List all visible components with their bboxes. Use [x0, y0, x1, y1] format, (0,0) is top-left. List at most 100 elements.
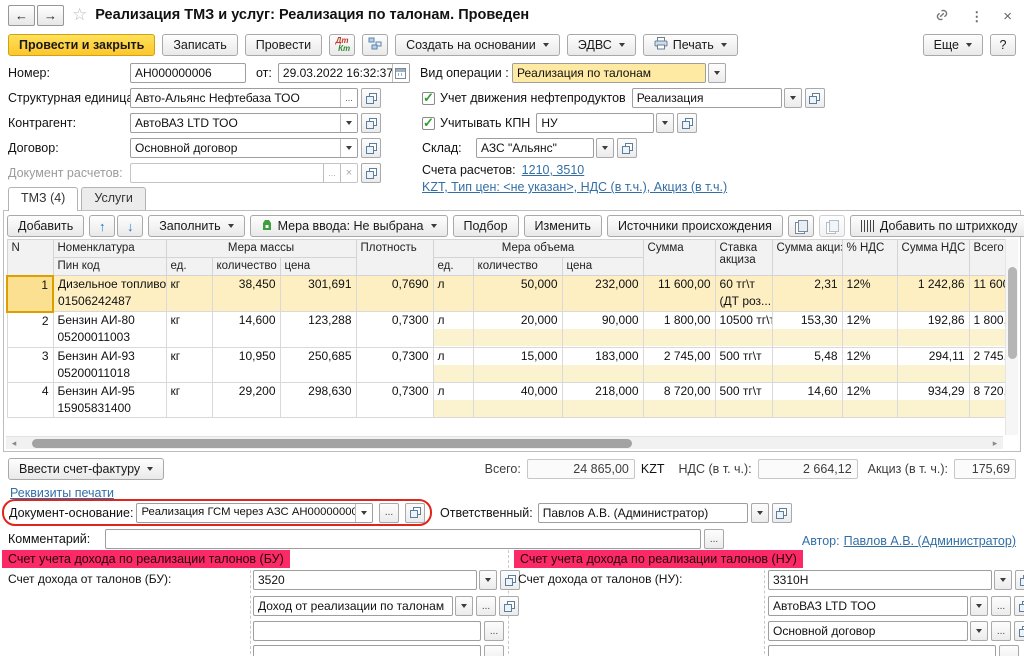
enter-invoice-button[interactable]: Ввести счет-фактуру	[8, 458, 164, 480]
contract-field[interactable]: Основной договор	[130, 138, 358, 158]
open-button[interactable]	[405, 503, 425, 523]
post-button[interactable]: Провести	[245, 34, 322, 56]
edvs-button[interactable]: ЭДВС	[567, 34, 636, 56]
add-by-barcode-button[interactable]: Добавить по штрихкоду	[850, 215, 1024, 237]
kpn-field[interactable]: НУ	[536, 113, 654, 133]
col-mass-unit[interactable]: ед.	[166, 258, 212, 276]
ellipsis-button[interactable]: ...	[484, 621, 504, 641]
horizontal-scrollbar[interactable]: ◂ ▸	[6, 436, 1003, 449]
pick-button[interactable]: Подбор	[453, 215, 519, 237]
open-button[interactable]	[617, 138, 637, 158]
settlement-accounts-link[interactable]: 1210, 3510	[522, 163, 585, 177]
col-vol-qty[interactable]: количество	[473, 258, 562, 276]
dropdown-caret-icon[interactable]	[455, 596, 473, 616]
tab-tmz[interactable]: ТМЗ (4)	[8, 187, 78, 211]
help-button[interactable]: ?	[990, 34, 1016, 56]
scrollbar-thumb[interactable]	[1008, 267, 1017, 359]
fill-button[interactable]: Заполнить	[148, 215, 244, 237]
comment-field[interactable]	[105, 529, 701, 549]
operation-field[interactable]: Реализация по талонам	[512, 63, 706, 83]
more-button[interactable]: Еще	[923, 34, 983, 56]
open-button[interactable]	[1014, 596, 1024, 616]
counterparty-field[interactable]: АвтоВАЗ LTD ТОО	[130, 113, 358, 133]
number-field[interactable]: АН000000006	[130, 63, 246, 83]
dropdown-caret-icon[interactable]	[970, 621, 988, 641]
dropdown-caret-icon[interactable]	[355, 504, 372, 522]
col-mass-qty[interactable]: количество	[212, 258, 280, 276]
col-mass-group[interactable]: Мера массы	[166, 240, 356, 258]
open-button[interactable]	[1015, 570, 1024, 590]
calendar-icon[interactable]	[392, 64, 409, 82]
open-button[interactable]	[361, 163, 381, 183]
responsible-field[interactable]: Павлов А.В. (Администратор)	[538, 503, 748, 523]
ellipsis-button[interactable]: ...	[991, 621, 1011, 641]
col-excise-rate[interactable]: Ставка акциза	[715, 240, 772, 276]
table-row[interactable]: 4 Бензин АИ-9515905831400 кг 29,200 298,…	[7, 382, 1007, 417]
ellipsis-button[interactable]: ...	[484, 645, 504, 656]
save-button[interactable]: Записать	[162, 34, 237, 56]
col-nomenclature[interactable]: Номенклатура	[53, 240, 166, 258]
col-n[interactable]: N	[7, 240, 53, 276]
ellipsis-button[interactable]: ...	[704, 529, 724, 549]
print-details-link[interactable]: Реквизиты печати	[10, 486, 114, 500]
bu-account-field[interactable]: 3520	[253, 570, 477, 590]
dropdown-caret-icon[interactable]	[596, 138, 614, 158]
col-density[interactable]: Плотность	[356, 240, 433, 276]
nu-analytics2-field[interactable]: Основной договор	[768, 621, 968, 641]
oil-products-checkbox[interactable]	[422, 92, 435, 105]
open-button[interactable]	[361, 113, 381, 133]
forward-icon[interactable]: →	[37, 5, 64, 26]
ellipsis-button[interactable]: ...	[999, 645, 1019, 656]
col-excise-sum[interactable]: Сумма акциза	[772, 240, 842, 276]
origin-sources-button[interactable]: Источники происхождения	[607, 215, 783, 237]
move-down-button[interactable]: ↓	[117, 215, 143, 237]
bu-analytics3-field[interactable]	[253, 645, 481, 656]
favorite-star-icon[interactable]: ☆	[72, 5, 87, 25]
dropdown-caret-icon[interactable]	[751, 503, 769, 523]
dropdown-caret-icon[interactable]	[340, 114, 357, 132]
dropdown-caret-icon[interactable]	[970, 596, 988, 616]
dropdown-caret-icon[interactable]	[994, 570, 1012, 590]
post-and-close-button[interactable]: Провести и закрыть	[8, 34, 155, 56]
ellipsis-button[interactable]: ...	[991, 596, 1011, 616]
open-button[interactable]	[1014, 621, 1024, 641]
dropdown-caret-icon[interactable]	[708, 63, 726, 83]
bu-analytics2-field[interactable]	[253, 621, 481, 641]
add-row-button[interactable]: Добавить	[7, 215, 84, 237]
create-based-on-button[interactable]: Создать на основании	[395, 34, 560, 56]
edit-button[interactable]: Изменить	[524, 215, 602, 237]
col-vol-price[interactable]: цена	[562, 258, 643, 276]
move-up-button[interactable]: ↑	[89, 215, 115, 237]
copy-button[interactable]	[788, 215, 814, 237]
date-field[interactable]: 29.03.2022 16:32:37	[278, 63, 410, 83]
scroll-left-icon[interactable]: ◂	[8, 437, 20, 450]
col-volume-group[interactable]: Мера объема	[433, 240, 643, 258]
author-link[interactable]: Павлов А.В. (Администратор)	[844, 534, 1016, 548]
vertical-scrollbar[interactable]	[1005, 239, 1018, 435]
open-button[interactable]	[361, 138, 381, 158]
nu-analytics3-field[interactable]	[768, 645, 996, 656]
table-row[interactable]: 3 Бензин АИ-9305200011018 кг 10,950 250,…	[7, 347, 1007, 382]
document-structure-button[interactable]	[362, 34, 388, 56]
col-vat-sum[interactable]: Сумма НДС	[897, 240, 969, 276]
kebab-menu-icon[interactable]: ⋮	[970, 10, 983, 24]
col-mass-price[interactable]: цена	[280, 258, 356, 276]
structural-unit-field[interactable]: Авто-Альянс Нефтебаза ТОО ...	[130, 88, 358, 108]
paste-button[interactable]	[819, 215, 845, 237]
print-button[interactable]: Печать	[643, 34, 738, 56]
ellipsis-icon[interactable]: ...	[340, 89, 357, 107]
ellipsis-button[interactable]: ...	[476, 596, 496, 616]
ellipsis-button[interactable]: ...	[379, 503, 399, 523]
kpn-checkbox[interactable]	[422, 117, 435, 130]
tab-services[interactable]: Услуги	[81, 187, 145, 210]
col-vat[interactable]: % НДС	[842, 240, 897, 276]
nu-account-field[interactable]: 3310Н	[768, 570, 992, 590]
open-button[interactable]	[772, 503, 792, 523]
close-icon[interactable]: ×	[1003, 8, 1012, 25]
scrollbar-thumb[interactable]	[32, 439, 632, 448]
warehouse-field[interactable]: АЗС "Альянс"	[476, 138, 594, 158]
table-row[interactable]: 1 Дизельное топливо л...01506242487 кг 3…	[7, 276, 1007, 312]
oil-products-field[interactable]: Реализация	[632, 88, 782, 108]
bu-analytics1-field[interactable]: Доход от реализации по талонам	[253, 596, 453, 616]
settlement-doc-field[interactable]: ... ×	[130, 163, 358, 183]
